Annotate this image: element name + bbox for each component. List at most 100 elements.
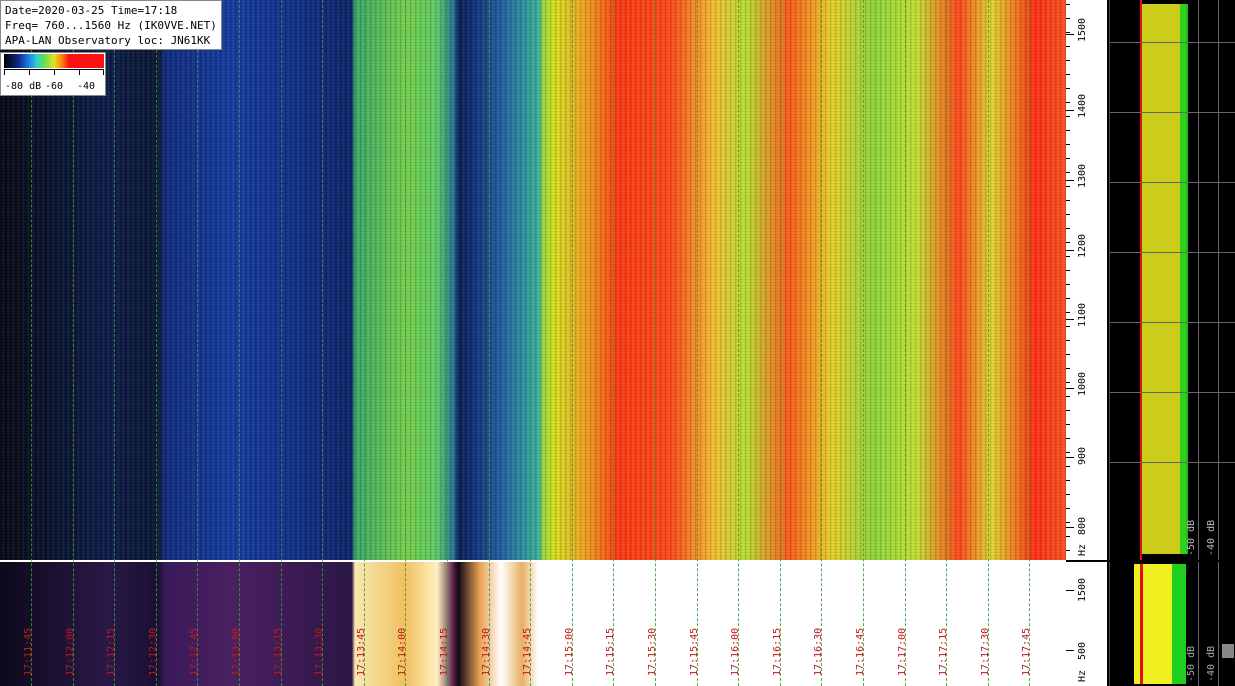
frequency-axis: 1500 1400 1300 1200 1100 1000 900 800 Hz — [1066, 0, 1107, 560]
color-scale-bar — [4, 54, 104, 68]
history-grid-line — [1198, 562, 1199, 686]
freq-minor-tick — [1066, 102, 1070, 103]
time-grid-line — [31, 0, 32, 686]
freq-major-tick — [1066, 388, 1074, 389]
time-grid-line — [156, 0, 157, 686]
freq-label: 800 — [1077, 516, 1088, 535]
time-label: 17:17:15 — [938, 627, 949, 676]
freq-minor-tick — [1066, 536, 1070, 537]
freq-minor-tick — [1066, 368, 1070, 369]
spectrum-grid-line — [1110, 182, 1235, 183]
freq-minor-tick — [1066, 438, 1070, 439]
freq-minor-tick — [1066, 298, 1070, 299]
spectrum-grid-line — [1110, 392, 1235, 393]
time-grid-line — [572, 0, 573, 686]
freq-label: 1500 — [1077, 17, 1088, 42]
freq-minor-tick — [1066, 354, 1070, 355]
info-date-time: Date=2020-03-25 Time=17:18 — [5, 4, 178, 17]
freq-minor-tick — [1066, 116, 1070, 117]
scale-label-max: -40 — [77, 81, 96, 92]
freq-minor-tick — [1066, 60, 1070, 61]
time-label: 17:13:45 — [356, 627, 367, 676]
time-grid-line — [905, 0, 906, 686]
history-marker-line — [1140, 564, 1143, 684]
time-label: 17:13:30 — [314, 627, 325, 676]
time-label: 17:14:00 — [397, 627, 408, 676]
freq-minor-tick — [1066, 396, 1070, 397]
hist-freq-tick — [1066, 590, 1074, 591]
freq-label: 1300 — [1077, 163, 1088, 188]
time-label: 17:17:30 — [980, 627, 991, 676]
time-grid-line — [239, 0, 240, 686]
freq-minor-tick — [1066, 158, 1070, 159]
time-label: 17:14:30 — [481, 627, 492, 676]
freq-major-tick — [1066, 457, 1074, 458]
time-label: 17:12:30 — [148, 627, 159, 676]
freq-minor-tick — [1066, 200, 1070, 201]
spectrum-panel: -50 dB -40 dB — [1109, 0, 1235, 560]
time-grid-line — [322, 0, 323, 686]
spectrum-grid-line — [1110, 42, 1235, 43]
time-grid-line — [821, 0, 822, 686]
freq-label: 1200 — [1077, 233, 1088, 258]
time-grid-line — [946, 0, 947, 686]
time-label: 17:16:15 — [772, 627, 783, 676]
time-label: 17:11:45 — [23, 627, 34, 676]
freq-minor-tick — [1066, 550, 1070, 551]
freq-minor-tick — [1066, 326, 1070, 327]
time-grid-line — [697, 0, 698, 686]
freq-minor-tick — [1066, 46, 1070, 47]
history-db-label-50: -50 dB — [1186, 645, 1197, 682]
hist-freq-unit: Hz — [1077, 669, 1088, 682]
info-observatory: APA-LAN Observatory loc: JN61KK — [5, 34, 211, 47]
freq-minor-tick — [1066, 74, 1070, 75]
time-label: 17:15:15 — [605, 627, 616, 676]
freq-minor-tick — [1066, 284, 1070, 285]
history-db-label-40: -40 dB — [1206, 645, 1217, 682]
time-grid-line — [988, 0, 989, 686]
freq-minor-tick — [1066, 18, 1070, 19]
freq-minor-tick — [1066, 214, 1070, 215]
info-box: Date=2020-03-25 Time=17:18 Freq= 760...1… — [0, 0, 222, 50]
spectrum-grid-line — [1110, 252, 1235, 253]
spectrum-peak-trace — [1180, 4, 1188, 554]
freq-label: 1400 — [1077, 93, 1088, 118]
time-grid-line — [1029, 0, 1030, 686]
info-frequency: Freq= 760...1560 Hz (IK0VVE.NET) — [5, 19, 217, 32]
time-grid-line — [738, 0, 739, 686]
freq-major-tick — [1066, 180, 1074, 181]
hist-freq-tick — [1066, 650, 1074, 651]
time-grid-line — [197, 0, 198, 686]
time-grid-line — [489, 0, 490, 686]
time-label: 17:15:45 — [689, 627, 700, 676]
time-label: 17:15:00 — [564, 627, 575, 676]
freq-minor-tick — [1066, 452, 1070, 453]
time-label: 17:12:00 — [65, 627, 76, 676]
spectrum-grid-line — [1198, 0, 1199, 560]
freq-unit: Hz — [1077, 543, 1088, 556]
time-grid-line — [281, 0, 282, 686]
freq-minor-tick — [1066, 242, 1070, 243]
time-grid-line — [364, 0, 365, 686]
freq-minor-tick — [1066, 480, 1070, 481]
history-frequency-axis: 1500 500 Hz — [1066, 562, 1107, 686]
freq-label: 1000 — [1077, 371, 1088, 396]
scale-label-min: -80 dB — [5, 81, 42, 92]
freq-minor-tick — [1066, 382, 1070, 383]
time-grid-line — [780, 0, 781, 686]
freq-minor-tick — [1066, 410, 1070, 411]
time-grid-line — [863, 0, 864, 686]
freq-minor-tick — [1066, 88, 1070, 89]
scale-label-mid: -60 — [45, 81, 64, 92]
time-label: 17:16:45 — [855, 627, 866, 676]
scroll-handle[interactable] — [1222, 644, 1234, 658]
freq-minor-tick — [1066, 494, 1070, 495]
freq-minor-tick — [1066, 508, 1070, 509]
time-grid-line — [655, 0, 656, 686]
time-label: 17:12:45 — [189, 627, 200, 676]
time-label: 17:14:15 — [439, 627, 450, 676]
spectrum-grid-line — [1110, 112, 1235, 113]
spectrum-grid-line — [1110, 462, 1235, 463]
freq-minor-tick — [1066, 312, 1070, 313]
history-peak-fill — [1172, 564, 1186, 684]
